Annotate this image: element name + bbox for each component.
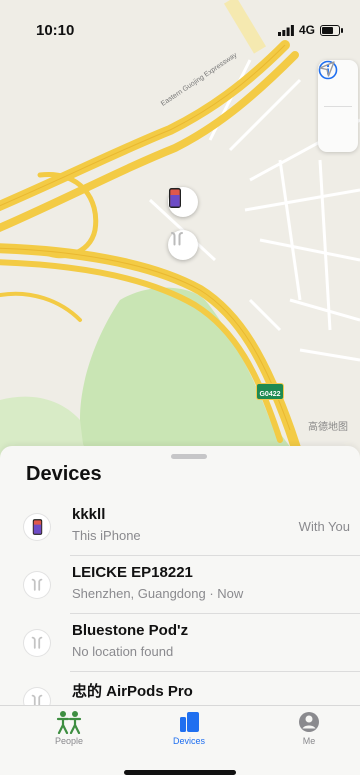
map-view[interactable]: Eastern Guojing Expressway G0422 高德地图 bbox=[0, 0, 360, 460]
track-location-button[interactable] bbox=[318, 61, 358, 152]
devices-icon bbox=[180, 712, 199, 732]
sheet-title: Devices bbox=[26, 463, 102, 485]
tab-people[interactable]: People bbox=[29, 710, 109, 746]
road-badge: G0422 bbox=[256, 383, 284, 400]
airpods-map-pin[interactable] bbox=[168, 230, 198, 260]
tab-me[interactable]: Me bbox=[269, 710, 349, 746]
device-subtitle: This iPhone bbox=[72, 528, 141, 543]
tab-label: People bbox=[54, 736, 84, 746]
device-icon bbox=[24, 514, 50, 540]
map-controls bbox=[318, 60, 358, 152]
status-time: 10:10 bbox=[36, 22, 75, 39]
device-list: kkkll This iPhone With You LEICKE EP1822… bbox=[0, 498, 360, 730]
iphone-map-pin[interactable] bbox=[168, 187, 198, 217]
device-row-leicke[interactable]: LEICKE EP18221 Shenzhen, Guangdong · Now bbox=[0, 556, 360, 614]
device-name: Bluestone Pod'z bbox=[72, 622, 189, 639]
battery-icon bbox=[320, 24, 343, 36]
tab-bar: People Devices Me bbox=[0, 705, 360, 775]
device-icon bbox=[24, 572, 50, 598]
map-watermark: 高德地图 bbox=[308, 422, 348, 433]
status-indicators: 4G bbox=[277, 23, 343, 37]
tab-label: Devices bbox=[172, 736, 205, 746]
device-name: 忠的 AirPods Pro bbox=[72, 683, 193, 700]
device-subtitle: No location found bbox=[72, 644, 174, 659]
airpods-icon bbox=[31, 636, 43, 649]
iphone-icon bbox=[32, 519, 42, 535]
status-bar: 10:10 4G bbox=[0, 0, 360, 60]
iphone-icon bbox=[169, 188, 181, 208]
device-row-bluestone[interactable]: Bluestone Pod'z No location found bbox=[0, 614, 360, 672]
people-icon bbox=[56, 711, 82, 734]
tab-label: Me bbox=[302, 736, 316, 746]
device-subtitle: Shenzhen, Guangdong · Now bbox=[72, 586, 244, 601]
location-arrow-icon bbox=[319, 61, 335, 77]
signal-icon bbox=[277, 24, 294, 36]
device-name: kkkll bbox=[72, 506, 106, 523]
device-row-kkkll[interactable]: kkkll This iPhone With You bbox=[0, 498, 360, 556]
device-name: LEICKE EP18221 bbox=[72, 564, 193, 581]
airpods-icon bbox=[31, 578, 43, 591]
device-status: With You bbox=[298, 519, 350, 534]
device-icon bbox=[24, 630, 50, 656]
tab-devices[interactable]: Devices bbox=[149, 710, 229, 746]
home-indicator bbox=[124, 770, 236, 775]
network-type: 4G bbox=[298, 23, 315, 37]
find-my-screen: Eastern Guojing Expressway G0422 高德地图 10… bbox=[0, 0, 360, 775]
person-icon bbox=[299, 712, 319, 732]
airpods-icon bbox=[171, 232, 183, 246]
sheet-grabber[interactable] bbox=[171, 454, 207, 459]
